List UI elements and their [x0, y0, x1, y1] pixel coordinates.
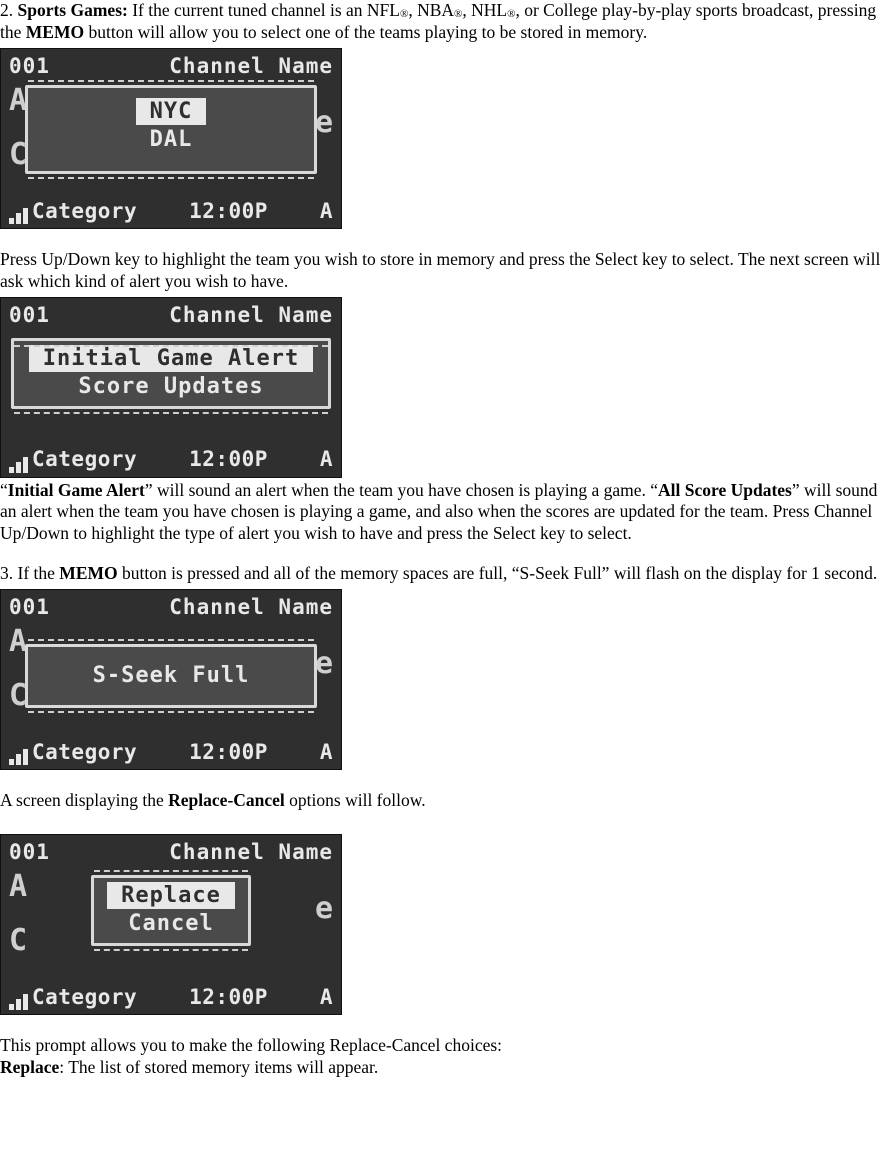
text: “	[0, 480, 8, 500]
popup-option-selected: Replace	[107, 882, 235, 910]
channel-number: 001	[9, 53, 50, 79]
popup-sseek-full: S-Seek Full	[25, 644, 317, 708]
bg-letter: A	[9, 870, 29, 904]
text: button will allow you to select one of t…	[84, 22, 647, 42]
time-label: 12:00P	[189, 739, 268, 765]
registered-mark: ®	[507, 8, 515, 20]
channel-name: Channel Name	[169, 302, 333, 328]
bg-letter: e	[315, 890, 333, 928]
popup-alert-type: Initial Game Alert Score Updates	[11, 338, 331, 409]
lcd-screenshot-sseek-full: 001 Channel Name A C e S-Seek Full Categ…	[0, 589, 342, 770]
antenna-label: A	[320, 446, 333, 472]
lcd-screenshot-alert-type: 001 Channel Name Initial Game Alert Scor…	[0, 297, 342, 478]
bold-replace: Replace	[0, 1057, 59, 1077]
popup-option: Cancel	[104, 909, 238, 939]
popup-option: DAL	[36, 125, 306, 155]
text: , NHL	[462, 0, 507, 20]
text: : The list of stored memory items will a…	[59, 1057, 378, 1077]
paragraph-sports-games: 2. Sports Games: If the current tuned ch…	[0, 0, 891, 44]
channel-name: Channel Name	[169, 594, 333, 620]
text: 3. If the	[0, 563, 59, 583]
channel-name: Channel Name	[169, 839, 333, 865]
text: A screen displaying the	[0, 790, 168, 810]
paragraph-replace-cancel-intro: A screen displaying the Replace-Cancel o…	[0, 790, 891, 812]
registered-mark: ®	[454, 8, 462, 20]
popup-team-select: NYC DAL	[25, 85, 317, 174]
bold-memo: MEMO	[59, 563, 117, 583]
text: ” will sound an alert when the team you …	[145, 480, 658, 500]
bold-initial-game-alert: Initial Game Alert	[8, 480, 145, 500]
antenna-label: A	[320, 739, 333, 765]
text: button is pressed and all of the memory …	[118, 563, 878, 583]
paragraph-alert-explain: “Initial Game Alert” will sound an alert…	[0, 480, 891, 546]
antenna-label: A	[320, 198, 333, 224]
bold-all-score-updates: All Score Updates	[658, 480, 792, 500]
registered-mark: ®	[400, 8, 408, 20]
text: , NBA	[408, 0, 454, 20]
signal-bars-icon	[9, 994, 28, 1010]
time-label: 12:00P	[189, 446, 268, 472]
text: If the current tuned channel is an NFL	[128, 0, 400, 20]
channel-number: 001	[9, 302, 50, 328]
bg-letter: e	[315, 104, 333, 142]
popup-message: S-Seek Full	[36, 661, 306, 691]
bg-letter: e	[315, 645, 333, 683]
channel-number: 001	[9, 594, 50, 620]
lcd-screenshot-replace-cancel: 001 Channel Name A C e Replace Cancel Ca…	[0, 834, 342, 1015]
popup-option-selected: Initial Game Alert	[29, 345, 313, 373]
category-label: Category	[32, 198, 137, 224]
channel-name: Channel Name	[169, 53, 333, 79]
popup-replace-cancel: Replace Cancel	[91, 875, 251, 946]
bold-sports-games: Sports Games:	[18, 0, 128, 20]
paragraph-memo-full: 3. If the MEMO button is pressed and all…	[0, 563, 891, 585]
text: 2.	[0, 0, 18, 20]
channel-number: 001	[9, 839, 50, 865]
popup-option: Score Updates	[22, 372, 320, 402]
time-label: 12:00P	[189, 198, 268, 224]
lcd-screenshot-team-select: 001 Channel Name A C e NYC DAL Category …	[0, 48, 342, 229]
paragraph-prompt-choices: This prompt allows you to make the follo…	[0, 1035, 891, 1057]
bold-memo: MEMO	[26, 22, 84, 42]
category-label: Category	[32, 446, 137, 472]
bg-letter: C	[9, 924, 29, 958]
signal-bars-icon	[9, 749, 28, 765]
popup-option-selected: NYC	[136, 98, 207, 126]
time-label: 12:00P	[189, 984, 268, 1010]
category-label: Category	[32, 739, 137, 765]
bold-replace-cancel: Replace-Cancel	[168, 790, 285, 810]
category-label: Category	[32, 984, 137, 1010]
signal-bars-icon	[9, 208, 28, 224]
signal-bars-icon	[9, 457, 28, 473]
paragraph-press-updown: Press Up/Down key to highlight the team …	[0, 249, 891, 293]
text: options will follow.	[285, 790, 426, 810]
paragraph-replace-desc: Replace: The list of stored memory items…	[0, 1057, 891, 1079]
antenna-label: A	[320, 984, 333, 1010]
